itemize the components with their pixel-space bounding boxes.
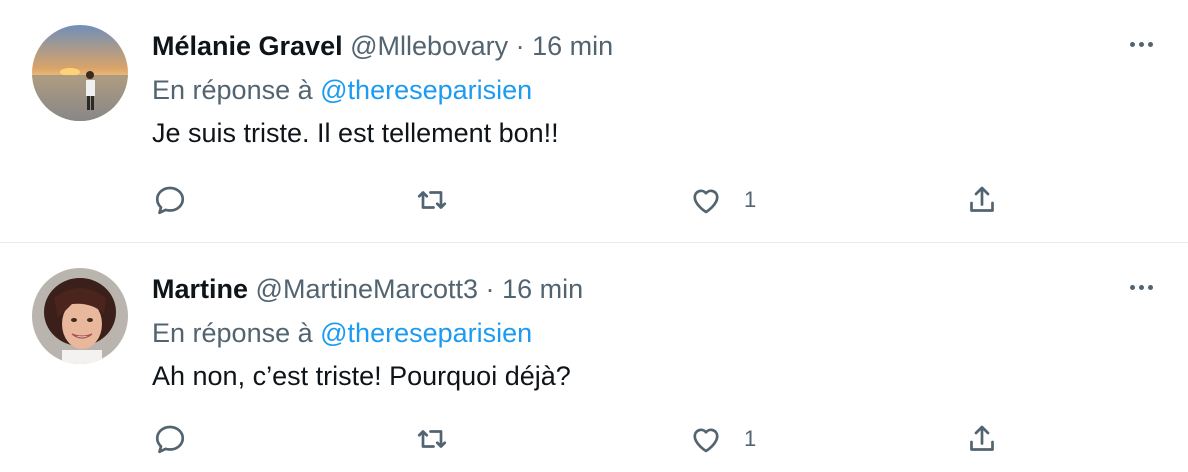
reply-button[interactable] <box>152 415 188 463</box>
tweet-text: Je suis triste. Il est tellement bon!! <box>152 118 559 148</box>
reply-icon <box>155 186 185 215</box>
display-name[interactable]: Mélanie Gravel <box>152 31 343 61</box>
tweet[interactable]: Martine @MartineMarcott3 · 16 min En rép… <box>0 242 1188 472</box>
retweet-button[interactable] <box>414 176 450 224</box>
more-icon[interactable] <box>1124 32 1158 56</box>
user-handle[interactable]: @MartineMarcott3 <box>256 274 478 304</box>
tweet-header: Mélanie Gravel @Mllebovary · 16 min <box>152 26 1168 66</box>
tweet-header: Martine @MartineMarcott3 · 16 min <box>152 269 1168 309</box>
tweet-text: Ah non, c’est triste! Pourquoi déjà? <box>152 361 571 391</box>
avatar[interactable] <box>32 268 128 364</box>
reply-icon <box>155 425 185 454</box>
share-icon <box>970 186 994 212</box>
retweet-icon <box>417 430 447 448</box>
like-button[interactable]: 1 <box>688 415 756 463</box>
separator-dot: · <box>485 274 495 304</box>
tweet[interactable]: Mélanie Gravel @Mllebovary · 16 min En r… <box>0 0 1188 242</box>
share-button[interactable] <box>964 176 1000 224</box>
like-count: 1 <box>744 187 757 212</box>
tweet-actions: 1 <box>152 176 1012 224</box>
avatar[interactable] <box>32 25 128 121</box>
reply-mention-link[interactable]: @thereseparisien <box>320 318 532 348</box>
like-button[interactable]: 1 <box>688 176 756 224</box>
more-icon[interactable] <box>1124 275 1158 299</box>
separator-dot: · <box>515 31 525 61</box>
reply-context: En réponse à @thereseparisien <box>152 313 1168 353</box>
timestamp[interactable]: 16 min <box>532 31 613 61</box>
display-name[interactable]: Martine <box>152 274 248 304</box>
user-handle[interactable]: @Mllebovary <box>350 31 508 61</box>
like-count: 1 <box>744 426 757 451</box>
tweet-content: Martine @MartineMarcott3 · 16 min En rép… <box>152 269 1168 396</box>
retweet-button[interactable] <box>414 415 450 463</box>
retweet-icon <box>417 191 447 209</box>
like-icon <box>693 428 719 453</box>
reply-context: En réponse à @thereseparisien <box>152 70 1168 110</box>
reply-prefix: En réponse à <box>152 318 313 348</box>
reply-button[interactable] <box>152 176 188 224</box>
reply-prefix: En réponse à <box>152 75 313 105</box>
timestamp[interactable]: 16 min <box>502 274 583 304</box>
share-button[interactable] <box>964 415 1000 463</box>
tweet-actions: 1 <box>152 415 1012 463</box>
reply-mention-link[interactable]: @thereseparisien <box>320 75 532 105</box>
share-icon <box>970 425 994 451</box>
tweet-content: Mélanie Gravel @Mllebovary · 16 min En r… <box>152 26 1168 153</box>
like-icon <box>693 189 719 214</box>
